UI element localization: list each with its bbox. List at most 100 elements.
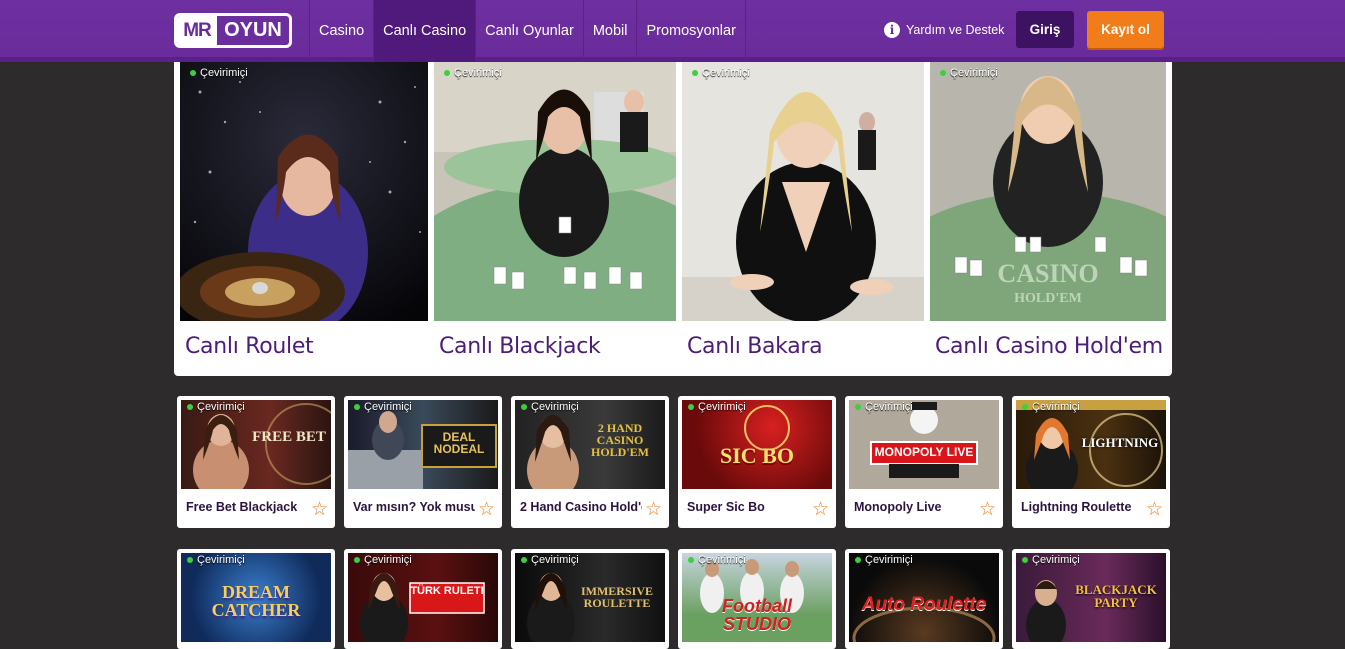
favorite-star-icon[interactable]: ☆	[979, 500, 996, 519]
game-card-lightning-roulette[interactable]: LIGHTNING Çevirimiçi Lightning Roulette …	[1012, 396, 1170, 528]
game-thumbnail: 2 HAND CASINO HOLD'EM	[515, 400, 665, 489]
online-dot-icon	[688, 404, 694, 410]
online-status: Çevirimiçi	[692, 67, 750, 79]
online-status: Çevirimiçi	[688, 401, 746, 413]
featured-card-holdem[interactable]: CASINO HOLD'EM Çevirimiçi Canlı Casino H…	[930, 62, 1166, 376]
featured-live-games: Çevirimiçi Canlı Roulet Çevirimiçi Canlı…	[174, 62, 1172, 376]
game-card-deal-or-no-deal[interactable]: DEAL NODEAL Çevirimiçi Var mısın? Yok mu…	[344, 396, 502, 528]
game-logo-text: Football STUDIO	[722, 596, 792, 634]
online-status: Çevirimiçi	[187, 401, 245, 413]
featured-card-roulette[interactable]: Çevirimiçi Canlı Roulet	[180, 62, 428, 376]
featured-title: Canlı Blackjack	[439, 334, 601, 359]
game-logo-text: BLACKJACK PARTY	[1075, 582, 1157, 610]
register-button[interactable]: Kayıt ol	[1087, 11, 1164, 48]
game-card-blackjack-party[interactable]: BLACKJACK PARTY Çevirimiçi	[1012, 549, 1170, 649]
game-card-2-hand-casino-holdem[interactable]: 2 HAND CASINO HOLD'EM Çevirimiçi 2 Hand …	[511, 396, 669, 528]
online-dot-icon	[521, 557, 527, 563]
online-status: Çevirimiçi	[521, 401, 579, 413]
online-status: Çevirimiçi	[444, 67, 502, 79]
online-status: Çevirimiçi	[688, 554, 746, 566]
game-card-turk-ruleti[interactable]: TÜRK RULETI Çevirimiçi	[344, 549, 502, 649]
game-name: Free Bet Blackjack	[186, 500, 298, 514]
nav-canli-casino[interactable]: Canlı Casino	[373, 0, 476, 62]
blackjack-dealer-image	[434, 62, 676, 321]
game-logo-text: FREE BET	[252, 429, 326, 445]
nav-promosyonlar[interactable]: Promosyonlar	[636, 0, 746, 62]
featured-title: Canlı Bakara	[687, 334, 823, 359]
game-thumbnail: MONOPOLY LIVE	[849, 400, 999, 489]
game-logo-text: LIGHTNING	[1081, 435, 1159, 450]
game-logo-text: Auto Roulette	[861, 594, 987, 615]
online-status: Çevirimiçi	[855, 554, 913, 566]
online-status: Çevirimiçi	[1022, 401, 1080, 413]
online-dot-icon	[855, 404, 861, 410]
favorite-star-icon[interactable]: ☆	[645, 500, 662, 519]
online-dot-icon	[1022, 404, 1028, 410]
game-name: Super Sic Bo	[687, 500, 765, 514]
game-name: Monopoly Live	[854, 500, 942, 514]
game-card-monopoly-live[interactable]: MONOPOLY LIVE Çevirimiçi Monopoly Live ☆	[845, 396, 1003, 528]
nav-canli-oyunlar[interactable]: Canlı Oyunlar	[475, 0, 583, 62]
game-logo-text: IMMERSIVE ROULETTE	[580, 584, 653, 610]
game-card-dream-catcher[interactable]: DREAM CATCHER Çevirimiçi	[177, 549, 335, 649]
game-card-immersive-roulette[interactable]: IMMERSIVE ROULETTE Çevirimiçi	[511, 549, 669, 649]
svg-text:CASINO: CASINO	[997, 259, 1098, 288]
svg-text:HOLD'EM: HOLD'EM	[1014, 291, 1082, 306]
game-logo-text: 2 HAND CASINO HOLD'EM	[590, 421, 649, 459]
info-icon: i	[884, 22, 900, 38]
online-dot-icon	[940, 70, 946, 76]
game-thumbnail: Football STUDIO	[682, 553, 832, 642]
game-thumbnail: TÜRK RULETI	[348, 553, 498, 642]
nav-mobil[interactable]: Mobil	[582, 0, 637, 62]
online-status: Çevirimiçi	[354, 401, 412, 413]
game-card-auto-roulette[interactable]: Auto Roulette Çevirimiçi	[845, 549, 1003, 649]
online-dot-icon	[855, 557, 861, 563]
login-button[interactable]: Giriş	[1016, 11, 1074, 48]
online-status: Çevirimiçi	[855, 401, 913, 413]
top-header: MR OYUN Casino Canlı Casino Canlı Oyunla…	[0, 0, 1345, 62]
online-dot-icon	[190, 70, 196, 76]
site-logo[interactable]: MR OYUN	[174, 13, 292, 48]
favorite-star-icon[interactable]: ☆	[1146, 500, 1163, 519]
favorite-star-icon[interactable]: ☆	[311, 500, 328, 519]
online-dot-icon	[1022, 557, 1028, 563]
online-status: Çevirimiçi	[187, 554, 245, 566]
featured-title: Canlı Casino Hold'em	[935, 334, 1163, 359]
game-name: Lightning Roulette	[1021, 500, 1132, 514]
online-dot-icon	[688, 557, 694, 563]
help-link[interactable]: i Yardım ve Destek	[884, 22, 1004, 38]
online-dot-icon	[187, 404, 193, 410]
game-thumbnail: LIGHTNING	[1016, 400, 1166, 489]
favorite-star-icon[interactable]: ☆	[812, 500, 829, 519]
online-dot-icon	[692, 70, 698, 76]
online-status: Çevirimiçi	[190, 67, 248, 79]
online-dot-icon	[187, 557, 193, 563]
featured-card-blackjack[interactable]: Çevirimiçi Canlı Blackjack	[434, 62, 676, 376]
game-thumbnail: IMMERSIVE ROULETTE	[515, 553, 665, 642]
nav-casino[interactable]: Casino	[309, 0, 373, 62]
online-status: Çevirimiçi	[521, 554, 579, 566]
online-dot-icon	[354, 557, 360, 563]
online-status: Çevirimiçi	[354, 554, 412, 566]
baccarat-dealer-image	[682, 62, 924, 321]
game-card-super-sic-bo[interactable]: SIC BO Çevirimiçi Super Sic Bo ☆	[678, 396, 836, 528]
game-thumbnail: BLACKJACK PARTY	[1016, 553, 1166, 642]
game-thumbnail: DEAL NODEAL	[348, 400, 498, 489]
logo-mr: MR	[177, 16, 217, 45]
online-dot-icon	[354, 404, 360, 410]
online-status: Çevirimiçi	[1022, 554, 1080, 566]
game-logo-text: DEAL NODEAL	[433, 430, 485, 456]
game-thumbnail: SIC BO	[682, 400, 832, 489]
online-dot-icon	[521, 404, 527, 410]
game-name: 2 Hand Casino Hold'em	[520, 500, 642, 514]
game-card-football-studio[interactable]: Football STUDIO Çevirimiçi	[678, 549, 836, 649]
featured-card-baccarat[interactable]: Çevirimiçi Canlı Bakara	[682, 62, 924, 376]
favorite-star-icon[interactable]: ☆	[478, 500, 495, 519]
game-logo-text: SIC BO	[720, 443, 794, 468]
game-logo-text: MONOPOLY LIVE	[874, 445, 974, 459]
holdem-dealer-image: CASINO HOLD'EM	[930, 62, 1166, 321]
game-card-free-bet-blackjack[interactable]: FREE BET Çevirimiçi Free Bet Blackjack ☆	[177, 396, 335, 528]
roulette-dealer-image	[180, 62, 428, 321]
online-status: Çevirimiçi	[940, 67, 998, 79]
featured-title: Canlı Roulet	[185, 334, 314, 359]
